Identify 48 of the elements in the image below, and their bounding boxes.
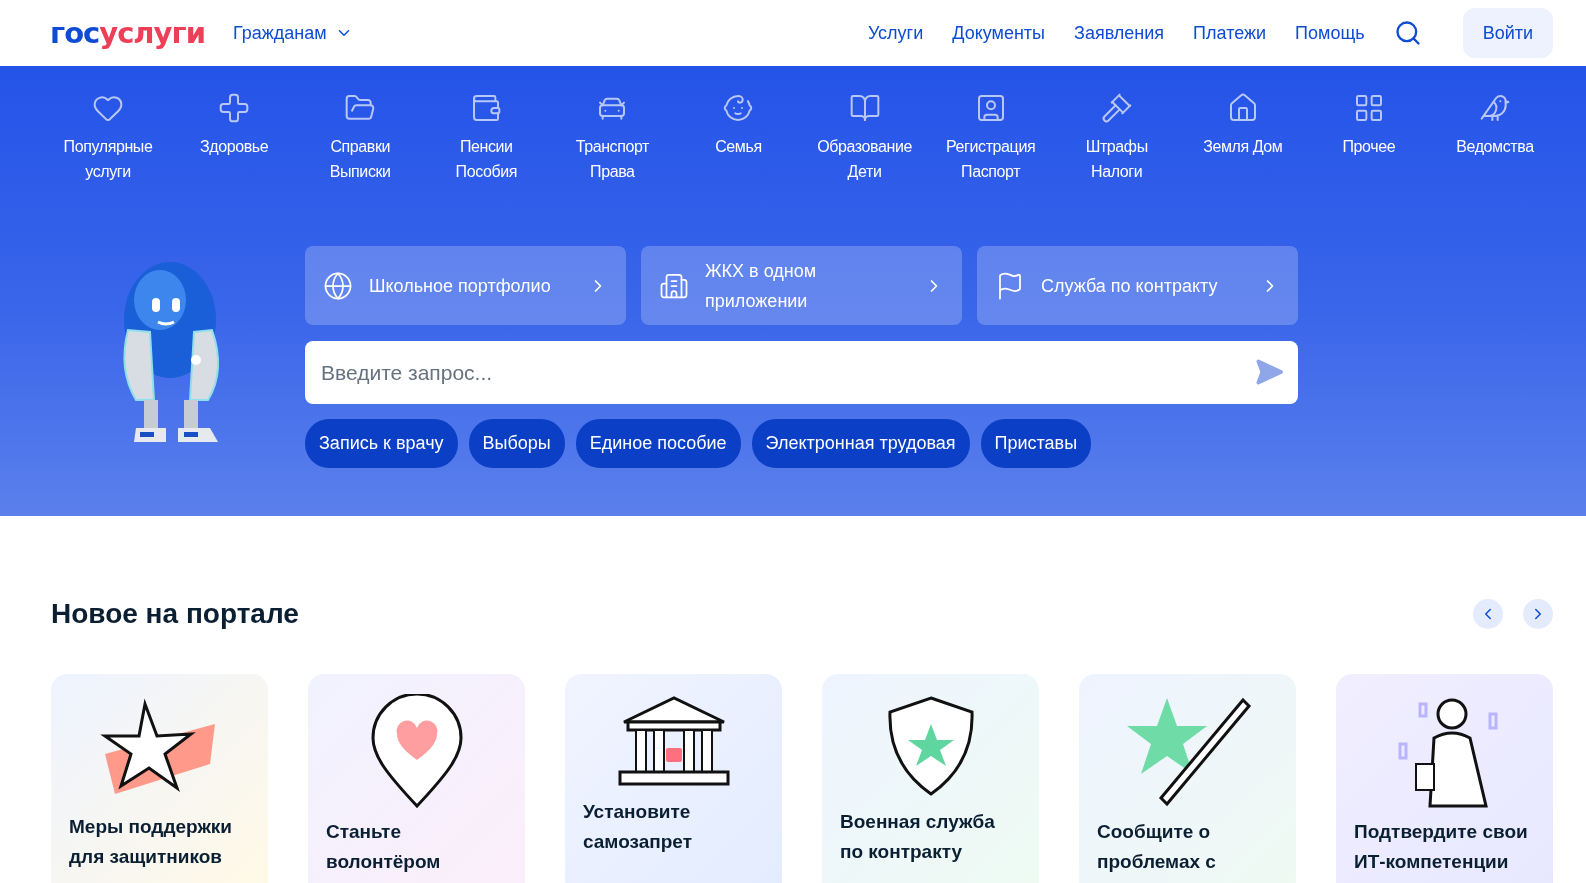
news-card[interactable]: Меры поддержки для защитников [51, 674, 268, 883]
book-icon [848, 92, 881, 124]
news-card[interactable]: Военная служба по контракту [822, 674, 1039, 883]
card-title: Установите самозапрет [583, 800, 693, 854]
cross-icon [218, 92, 251, 124]
card-title: Военная служба по контракту [840, 810, 996, 864]
nav-link[interactable]: Документы [952, 22, 1046, 44]
audience-dropdown[interactable]: Гражданам [233, 22, 353, 44]
card-title: Станьте волонтёром [326, 820, 442, 874]
category-link[interactable]: Штрафы Налоги [1053, 92, 1180, 184]
quick-link-chip[interactable]: Единое пособие [575, 419, 741, 468]
category-link[interactable]: Пенсии Пособия [423, 92, 550, 184]
category-link[interactable]: Семья [675, 92, 802, 184]
search-icon[interactable] [1393, 19, 1422, 47]
nav-link[interactable]: Платежи [1193, 22, 1267, 44]
wallet-icon [470, 92, 503, 124]
previous-button[interactable] [1473, 599, 1503, 629]
category-link[interactable]: Образование Дети [801, 92, 928, 184]
category-link[interactable]: Ведомства [1431, 92, 1558, 184]
news-card[interactable]: Установите самозапрет [565, 674, 782, 883]
logo[interactable]: госуслуги [50, 16, 205, 50]
gavel-icon [1100, 92, 1133, 124]
news-card[interactable]: Станьте волонтёром [308, 674, 525, 883]
card-title: Подтвердите свои ИТ-компетенции [1354, 820, 1529, 874]
nav-link[interactable]: Помощь [1295, 22, 1365, 44]
login-button[interactable]: Войти [1462, 8, 1553, 58]
news-card[interactable]: Подтвердите свои ИТ-компетенции [1336, 674, 1553, 883]
card-title: Сообщите о проблемах с [1097, 820, 1217, 874]
category-link[interactable]: Справки Выписки [297, 92, 424, 184]
category-link[interactable]: Транспорт Права [549, 92, 676, 184]
section-title: Новое на портале [51, 598, 299, 630]
quick-link-chip[interactable]: Запись к врачу [305, 419, 458, 468]
news-card[interactable]: Сообщите о проблемах с [1079, 674, 1296, 883]
category-link[interactable]: Регистрация Паспорт [927, 92, 1054, 184]
next-button[interactable] [1523, 599, 1553, 629]
card-title: Меры поддержки для защитников [69, 815, 234, 869]
quick-link-chip[interactable]: Электронная трудовая [751, 419, 970, 468]
search-field[interactable]: Введите запрос... [305, 341, 1298, 404]
globe-icon [323, 270, 353, 301]
category-link[interactable]: Популярные услуги [45, 92, 172, 184]
quick-link-chip[interactable]: Выборы [468, 419, 565, 468]
nav-link[interactable]: Услуги [867, 22, 924, 44]
quick-link-chip[interactable]: Приставы [980, 419, 1092, 468]
category-link[interactable]: Здоровье [171, 92, 298, 184]
category-link[interactable]: Земля Дом [1179, 92, 1306, 184]
send-icon[interactable] [1254, 357, 1284, 387]
category-link[interactable]: Прочее [1305, 92, 1432, 184]
nav-link[interactable]: Заявления [1074, 22, 1165, 44]
